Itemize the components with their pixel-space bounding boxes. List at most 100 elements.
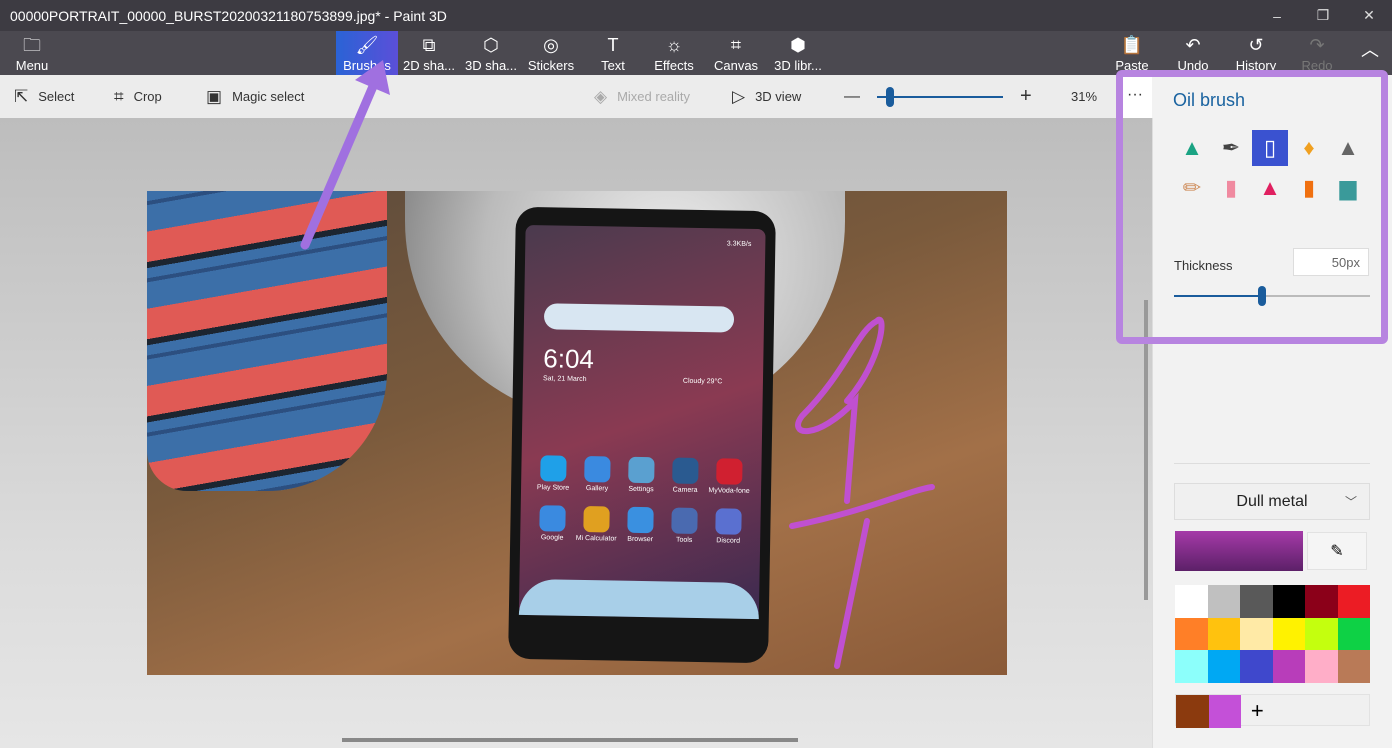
oil-brush-icon: ▯ xyxy=(1263,135,1277,160)
color-swatch[interactable] xyxy=(1240,617,1273,650)
horizontal-scrollbar[interactable] xyxy=(342,738,798,742)
undo-button[interactable]: ↶ Undo xyxy=(1175,31,1211,75)
restore-button[interactable]: ❐ xyxy=(1300,0,1346,31)
undo-icon: ↶ xyxy=(1185,35,1201,55)
redo-label: Redo xyxy=(1301,58,1333,73)
brush-grid: ▲ ✒ ▯ ♦ ▲ ✏ ▮ ▲ ▮ ▆ xyxy=(1174,130,1369,210)
more-options-button[interactable]: ··· xyxy=(1118,75,1152,118)
zoom-slider[interactable] xyxy=(877,87,1003,107)
redo-icon: ↷ xyxy=(1309,35,1325,55)
spray-can-icon: ▮ xyxy=(1302,175,1316,200)
chevron-up-icon: ︿ xyxy=(1361,40,1379,60)
3d-view-button[interactable]: ▷ 3D view xyxy=(732,75,801,118)
canvas-icon: ⌗ xyxy=(730,35,742,55)
zoom-slider-thumb[interactable] xyxy=(885,87,894,107)
tab-text[interactable]: T Text xyxy=(596,31,630,75)
color-swatch[interactable] xyxy=(1207,617,1240,650)
brush-eraser[interactable]: ▮ xyxy=(1213,170,1249,206)
color-palette xyxy=(1175,585,1370,683)
chevron-down-icon: ﹀ xyxy=(1344,495,1357,509)
color-swatch[interactable] xyxy=(1272,585,1305,618)
eyedropper-button[interactable]: ✎ xyxy=(1307,532,1367,570)
canvas-image[interactable]: 3.3KB/s 6:04 Sat, 21 March Cloudy 29°C P… xyxy=(147,191,1007,675)
tab-canvas[interactable]: ⌗ Canvas xyxy=(714,31,758,75)
magic-select-icon: ▣ xyxy=(206,86,223,106)
tab-label: 3D sha... xyxy=(464,58,518,73)
custom-colors: + xyxy=(1175,694,1370,728)
vertical-scrollbar[interactable] xyxy=(1144,300,1148,600)
divider xyxy=(1174,463,1370,464)
minimize-button[interactable]: – xyxy=(1254,0,1300,31)
zoom-in-button[interactable]: + xyxy=(1020,75,1032,118)
redo-button[interactable]: ↷ Redo xyxy=(1300,31,1334,75)
tab-effects[interactable]: ☼ Effects xyxy=(652,31,696,75)
crop-icon: ⌗ xyxy=(114,86,124,106)
brush-pixel-pen[interactable]: ▲ xyxy=(1330,130,1366,166)
paste-icon: 📋 xyxy=(1120,35,1144,55)
tab-stickers[interactable]: ◎ Stickers xyxy=(526,31,576,75)
color-swatch[interactable] xyxy=(1240,650,1273,683)
brush-oil-brush[interactable]: ▯ xyxy=(1252,130,1288,166)
tab-2d-shapes[interactable]: ⧉ 2D sha... xyxy=(400,31,458,75)
mixed-reality-button[interactable]: ◈ Mixed reality xyxy=(594,75,690,118)
color-swatch[interactable] xyxy=(1305,585,1338,618)
calligraphy-pen-icon: ✒ xyxy=(1221,135,1241,160)
color-swatch[interactable] xyxy=(1305,650,1338,683)
brush-calligraphy-pen[interactable]: ✒ xyxy=(1213,130,1249,166)
tab-label: 3D libr... xyxy=(774,58,822,73)
current-color-swatch[interactable] xyxy=(1175,531,1303,571)
tab-3d-shapes[interactable]: ⬡ 3D sha... xyxy=(462,31,520,75)
brush-spray-can[interactable]: ▮ xyxy=(1291,170,1327,206)
color-swatch[interactable] xyxy=(1175,585,1208,618)
color-swatch[interactable] xyxy=(1337,617,1370,650)
menu-button[interactable]: 🗀 Menu xyxy=(10,31,54,75)
window-title: 00000PORTRAIT_00000_BURST202003211807538… xyxy=(10,7,447,24)
color-swatch[interactable] xyxy=(1240,585,1273,618)
custom-color-swatch[interactable] xyxy=(1176,695,1209,728)
select-button[interactable]: ⇱ Select xyxy=(14,75,74,118)
color-swatch[interactable] xyxy=(1337,650,1370,683)
brush-marker[interactable]: ▲ xyxy=(1174,130,1210,166)
material-value: Dull metal xyxy=(1236,492,1308,510)
sun-icon: ☼ xyxy=(665,35,683,55)
brush-icon: 🖌 xyxy=(355,35,379,55)
purple-scribble xyxy=(789,316,935,669)
tab-label: Text xyxy=(601,58,625,73)
eraser-icon: ▮ xyxy=(1224,175,1238,200)
folder-icon: 🗀 xyxy=(23,35,41,55)
tab-label: 2D sha... xyxy=(402,58,456,73)
color-swatch[interactable] xyxy=(1305,617,1338,650)
custom-color-swatch[interactable] xyxy=(1208,695,1241,728)
annotation-arrow xyxy=(300,60,390,250)
crop-label: Crop xyxy=(133,89,162,104)
thickness-thumb[interactable] xyxy=(1258,286,1267,306)
brush-watercolor[interactable]: ♦ xyxy=(1291,130,1327,166)
zoom-out-button[interactable]: — xyxy=(844,75,860,118)
material-dropdown[interactable]: Dull metal ﹀ xyxy=(1174,483,1370,520)
paste-button[interactable]: 📋 Paste xyxy=(1114,31,1150,75)
brush-crayon[interactable]: ▲ xyxy=(1252,170,1288,206)
add-color-button[interactable]: + xyxy=(1241,695,1274,728)
brush-pencil[interactable]: ✏ xyxy=(1174,170,1210,206)
marker-icon: ▲ xyxy=(1181,135,1203,160)
crop-button[interactable]: ⌗ Crop xyxy=(114,75,162,118)
collapse-button[interactable]: ︿ xyxy=(1356,31,1384,75)
brush-fill[interactable]: ▆ xyxy=(1330,170,1366,206)
history-button[interactable]: ↺ History xyxy=(1234,31,1278,75)
color-swatch[interactable] xyxy=(1175,617,1208,650)
tab-label: Effects xyxy=(654,58,694,73)
thickness-slider[interactable] xyxy=(1174,286,1370,306)
color-swatch[interactable] xyxy=(1272,650,1305,683)
close-button[interactable]: ✕ xyxy=(1346,0,1392,31)
color-swatch[interactable] xyxy=(1337,585,1370,618)
color-swatch[interactable] xyxy=(1207,585,1240,618)
color-swatch[interactable] xyxy=(1272,617,1305,650)
tab-3d-library[interactable]: ⬢ 3D libr... xyxy=(772,31,824,75)
thickness-input[interactable]: 50px xyxy=(1293,248,1369,276)
color-swatch[interactable] xyxy=(1207,650,1240,683)
text-icon: T xyxy=(607,35,619,55)
mixed-reality-icon: ◈ xyxy=(594,86,608,106)
color-swatch[interactable] xyxy=(1175,650,1208,683)
magic-select-button[interactable]: ▣ Magic select xyxy=(206,75,304,118)
pencil-icon: ✏ xyxy=(1182,175,1202,200)
